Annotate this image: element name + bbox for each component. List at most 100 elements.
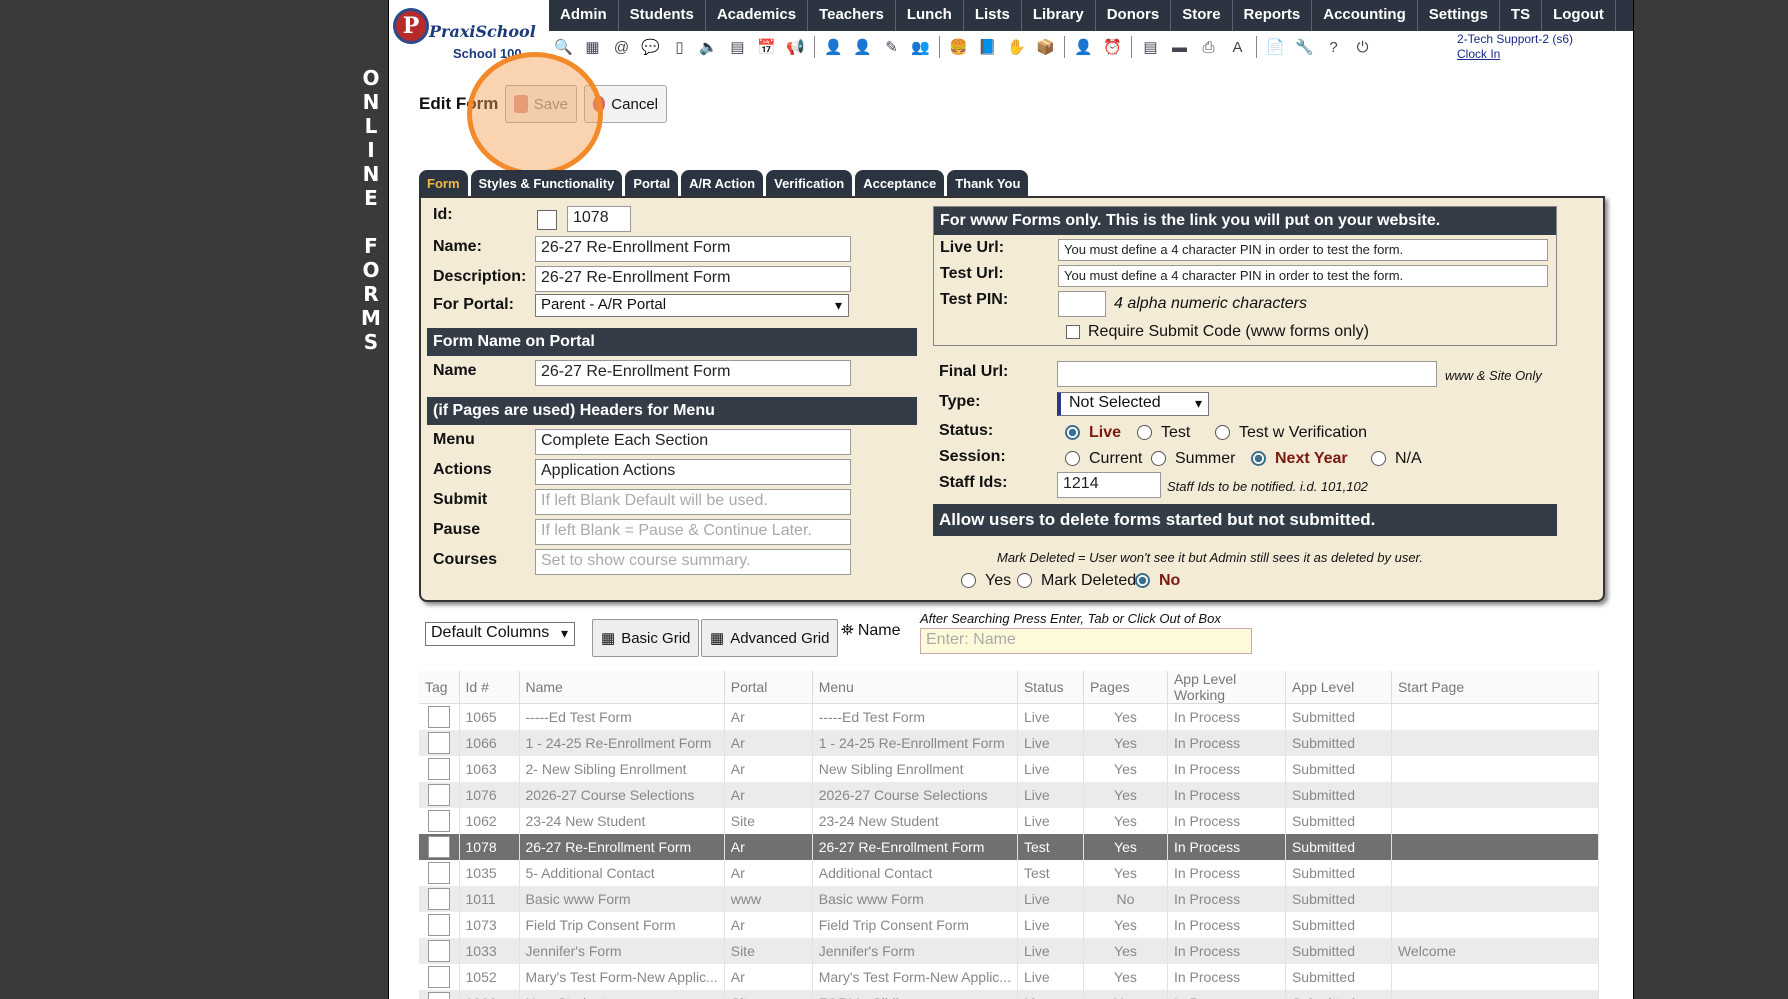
session-current-radio[interactable]	[1065, 451, 1080, 466]
power-icon[interactable]: ⏻	[1350, 36, 1375, 58]
store-icon[interactable]: 📦	[1033, 36, 1058, 58]
email-icon[interactable]: @	[609, 36, 634, 58]
column-header[interactable]: App Level Working	[1167, 671, 1286, 704]
column-header[interactable]: Name	[519, 671, 725, 704]
columns-select[interactable]: Default Columns	[425, 622, 575, 646]
table-row[interactable]: 1063 2- New Sibling Enrollment Ar New Sibli…	[419, 755, 1600, 782]
staff-icon[interactable]: 👤	[1071, 36, 1096, 58]
type-select[interactable]: Not Selected	[1057, 392, 1209, 416]
menu-field[interactable]: Complete Each Section	[535, 429, 851, 455]
status-live-radio[interactable]	[1065, 425, 1080, 440]
nav-item-students[interactable]: Students	[619, 0, 706, 31]
column-header[interactable]: Status	[1017, 671, 1084, 704]
portal-name-field[interactable]: 26-27 Re-Enrollment Form	[535, 360, 851, 386]
staff-ids-field[interactable]: 1214	[1057, 472, 1161, 498]
name-search-input[interactable]: Enter: Name	[920, 628, 1252, 654]
table-row[interactable]: 1076 2026-27 Course Selections Ar 2026-27 C…	[419, 781, 1600, 808]
tag-checkbox[interactable]	[427, 809, 450, 832]
actions-field[interactable]: Application Actions	[535, 459, 851, 485]
table-row[interactable]: 1078 26-27 Re-Enrollment Form Ar 26-27 Re-E…	[419, 833, 1600, 860]
tab-styles-functionality[interactable]: Styles & Functionality	[470, 170, 623, 197]
tab-thank-you[interactable]: Thank You	[947, 170, 1029, 197]
clock-icon[interactable]: ⏰	[1100, 36, 1125, 58]
session-summer-radio[interactable]	[1151, 451, 1166, 466]
session-na-radio[interactable]	[1371, 451, 1386, 466]
nav-item-logout[interactable]: Logout	[1542, 0, 1616, 31]
name-field[interactable]: 26-27 Re-Enrollment Form	[535, 236, 851, 262]
phone-icon[interactable]: ▯	[667, 36, 692, 58]
nav-item-ts[interactable]: TS	[1500, 0, 1543, 31]
portal-select[interactable]: Parent - A/R Portal	[535, 294, 849, 317]
tag-checkbox[interactable]	[427, 783, 450, 806]
nav-item-academics[interactable]: Academics	[706, 0, 809, 31]
delete-yes-radio[interactable]	[961, 573, 976, 588]
tag-checkbox[interactable]	[427, 705, 450, 728]
delete-mark-radio[interactable]	[1017, 573, 1032, 588]
group-icon[interactable]: 👥	[908, 36, 933, 58]
column-header[interactable]: Tag	[419, 671, 460, 704]
live-url-field[interactable]: You must define a 4 character PIN in ord…	[1058, 239, 1548, 261]
column-header[interactable]: Menu	[812, 671, 1018, 704]
table-row[interactable]: 1033 Jennifer's Form Site Jennifer's Form Li…	[419, 937, 1600, 964]
speaker-icon[interactable]: 🔈	[696, 36, 721, 58]
nav-item-store[interactable]: Store	[1171, 0, 1233, 31]
tag-checkbox[interactable]	[427, 965, 450, 988]
tab-a-r-action[interactable]: A/R Action	[681, 170, 764, 197]
delete-no-radio[interactable]	[1135, 573, 1150, 588]
tools-icon[interactable]: 🔧	[1292, 36, 1317, 58]
tag-checkbox[interactable]	[427, 887, 450, 910]
book-icon[interactable]: 📘	[975, 36, 1000, 58]
table-row[interactable]: 1035 5- Additional Contact Ar Additional Co…	[419, 859, 1600, 886]
tag-checkbox[interactable]	[427, 991, 450, 999]
table-row[interactable]: 1066 1 - 24-25 Re-Enrollment Form Ar 1 - 24…	[419, 729, 1600, 756]
nav-item-library[interactable]: Library	[1022, 0, 1096, 31]
column-header[interactable]: Pages	[1083, 671, 1168, 704]
chat-icon[interactable]: 💬	[638, 36, 663, 58]
nav-item-reports[interactable]: Reports	[1233, 0, 1313, 31]
printer-icon[interactable]: ⎙	[1196, 36, 1221, 58]
courses-field[interactable]: Set to show course summary.	[535, 549, 851, 575]
table-row[interactable]: 1065 -----Ed Test Form Ar -----Ed Test Form…	[419, 703, 1600, 730]
final-url-field[interactable]	[1057, 361, 1437, 387]
calendar-icon[interactable]: 📅	[754, 36, 779, 58]
teacher-icon[interactable]: 👤	[821, 36, 846, 58]
tab-acceptance[interactable]: Acceptance	[855, 170, 945, 197]
pencil-icon[interactable]: ✎	[879, 36, 904, 58]
report-icon[interactable]: ▤	[1138, 36, 1163, 58]
tag-checkbox[interactable]	[427, 861, 450, 884]
description-field[interactable]: 26-27 Re-Enrollment Form	[535, 266, 851, 292]
id-field[interactable]: 1078	[567, 206, 631, 232]
tag-checkbox[interactable]	[427, 913, 450, 936]
tab-portal[interactable]: Portal	[625, 170, 679, 197]
nav-item-accounting[interactable]: Accounting	[1312, 0, 1418, 31]
donation-icon[interactable]: ✋	[1004, 36, 1029, 58]
tab-verification[interactable]: Verification	[766, 170, 853, 197]
column-header[interactable]: App Level	[1285, 671, 1392, 704]
nav-item-teachers[interactable]: Teachers	[808, 0, 896, 31]
calendar-grid-icon[interactable]: ▦	[580, 36, 605, 58]
column-header[interactable]: Start Page	[1391, 671, 1600, 704]
megaphone-icon[interactable]: 📢	[783, 36, 808, 58]
table-row[interactable]: 1073 Field Trip Consent Form Ar Field Trip …	[419, 911, 1600, 938]
nav-item-lunch[interactable]: Lunch	[896, 0, 964, 31]
test-url-field[interactable]: You must define a 4 character PIN in ord…	[1058, 265, 1548, 287]
nav-item-lists[interactable]: Lists	[964, 0, 1022, 31]
table-row[interactable]: 1052 Mary's Test Form-New Applic... Ar Mary…	[419, 963, 1600, 990]
table-row[interactable]: 1062 23-24 New Student Site 23-24 New Stude…	[419, 807, 1600, 834]
basic-grid-button[interactable]: ▦ Basic Grid	[592, 619, 700, 657]
nav-item-donors[interactable]: Donors	[1096, 0, 1172, 31]
nav-item-settings[interactable]: Settings	[1418, 0, 1500, 31]
student-icon[interactable]: 👤	[850, 36, 875, 58]
status-test-verification-radio[interactable]	[1215, 425, 1230, 440]
require-submit-checkbox[interactable]	[1066, 325, 1080, 339]
submit-field[interactable]: If left Blank Default will be used.	[535, 489, 851, 515]
clock-in-link[interactable]: Clock In	[1457, 47, 1573, 62]
column-header[interactable]: Portal	[724, 671, 813, 704]
advanced-grid-button[interactable]: ▦ Advanced Grid	[701, 619, 839, 657]
tag-checkbox[interactable]	[427, 835, 450, 858]
lunch-icon[interactable]: 🍔	[946, 36, 971, 58]
table-row[interactable]: 1006New StudentSiteFORM - SiblingLiveYes…	[419, 989, 1600, 999]
session-next-year-radio[interactable]	[1251, 451, 1266, 466]
ap-icon[interactable]: A	[1225, 36, 1250, 58]
tag-checkbox[interactable]	[427, 731, 450, 754]
